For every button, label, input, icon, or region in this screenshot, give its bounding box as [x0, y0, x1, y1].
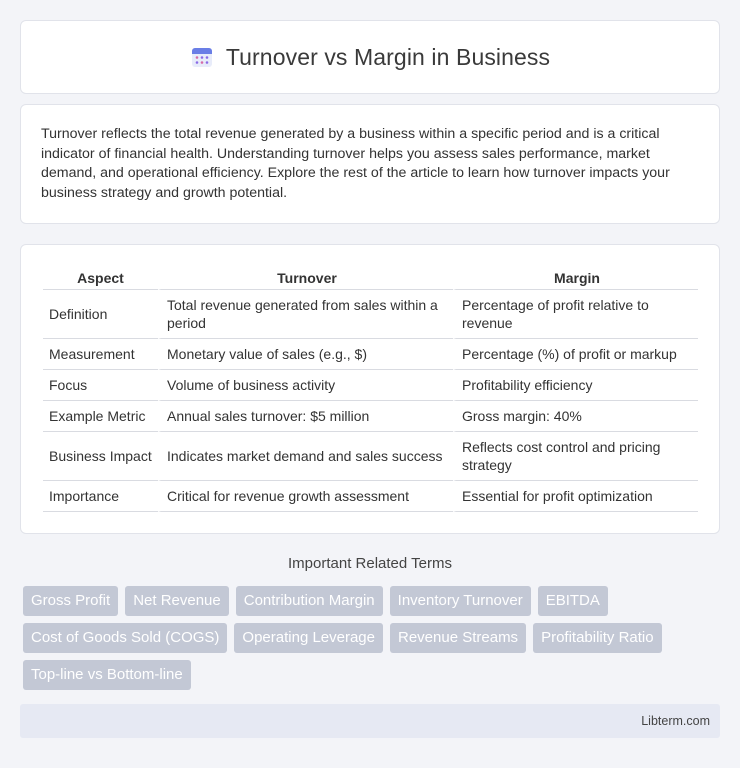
tag-net-revenue[interactable]: Net Revenue — [125, 586, 229, 616]
header-margin: Margin — [453, 267, 698, 290]
cell-margin: Profitability efficiency — [453, 370, 698, 401]
cell-margin: Percentage (%) of profit or markup — [453, 339, 698, 370]
tag-operating-leverage[interactable]: Operating Leverage — [234, 623, 383, 653]
tag-contribution-margin[interactable]: Contribution Margin — [235, 586, 383, 616]
cell-turnover: Total revenue generated from sales withi… — [158, 290, 453, 339]
cell-aspect: Business Impact — [43, 432, 158, 481]
tag-gross-profit[interactable]: Gross Profit — [23, 586, 119, 616]
table-header-row: Aspect Turnover Margin — [43, 267, 698, 290]
header-card: Turnover vs Margin in Business — [20, 20, 720, 94]
footer: Libterm.com — [20, 704, 720, 738]
cell-margin: Gross margin: 40% — [453, 401, 698, 432]
cell-margin: Essential for profit optimization — [453, 481, 698, 512]
header: Turnover vs Margin in Business — [190, 44, 550, 71]
comparison-table: Aspect Turnover Margin Definition Total … — [43, 267, 698, 512]
tag-cogs[interactable]: Cost of Goods Sold (COGS) — [23, 623, 228, 653]
cell-turnover: Indicates market demand and sales succes… — [158, 432, 453, 481]
cell-margin: Reflects cost control and pricing strate… — [453, 432, 698, 481]
cell-aspect: Focus — [43, 370, 158, 401]
page: Turnover vs Margin in Business Turnover … — [0, 0, 740, 768]
cell-turnover: Monetary value of sales (e.g., $) — [158, 339, 453, 370]
tag-revenue-streams[interactable]: Revenue Streams — [390, 623, 527, 653]
cell-turnover: Annual sales turnover: $5 million — [158, 401, 453, 432]
tag-profitability-ratio[interactable]: Profitability Ratio — [533, 623, 662, 653]
tag-ebitda[interactable]: EBITDA — [537, 586, 608, 616]
page-title: Turnover vs Margin in Business — [225, 43, 551, 70]
cell-turnover: Critical for revenue growth assessment — [158, 481, 453, 512]
cell-turnover: Volume of business activity — [158, 370, 453, 401]
tag-top-line-bottom-line[interactable]: Top-line vs Bottom-line — [23, 660, 191, 690]
intro-card: Turnover reflects the total revenue gene… — [20, 104, 720, 224]
footer-brand[interactable]: Libterm.com — [641, 714, 710, 728]
cell-aspect: Definition — [43, 290, 158, 339]
table-row: Business Impact Indicates market demand … — [43, 432, 698, 481]
cell-margin: Percentage of profit relative to revenue — [453, 290, 698, 339]
cell-aspect: Example Metric — [43, 401, 158, 432]
cell-aspect: Importance — [43, 481, 158, 512]
related-terms-title: Important Related Terms — [288, 555, 452, 572]
related-terms-list: Gross Profit Net Revenue Contribution Ma… — [23, 586, 723, 690]
header-turnover: Turnover — [158, 267, 453, 290]
intro-paragraph: Turnover reflects the total revenue gene… — [41, 126, 670, 201]
header-aspect: Aspect — [43, 267, 158, 290]
table-row: Definition Total revenue generated from … — [43, 290, 698, 339]
tag-inventory-turnover[interactable]: Inventory Turnover — [389, 586, 531, 616]
cell-aspect: Measurement — [43, 339, 158, 370]
table-row: Focus Volume of business activity Profit… — [43, 370, 698, 401]
calendar-icon — [190, 45, 214, 69]
table-row: Example Metric Annual sales turnover: $5… — [43, 401, 698, 432]
comparison-card: Aspect Turnover Margin Definition Total … — [20, 244, 720, 534]
table-row: Measurement Monetary value of sales (e.g… — [43, 339, 698, 370]
table-row: Importance Critical for revenue growth a… — [43, 481, 698, 512]
